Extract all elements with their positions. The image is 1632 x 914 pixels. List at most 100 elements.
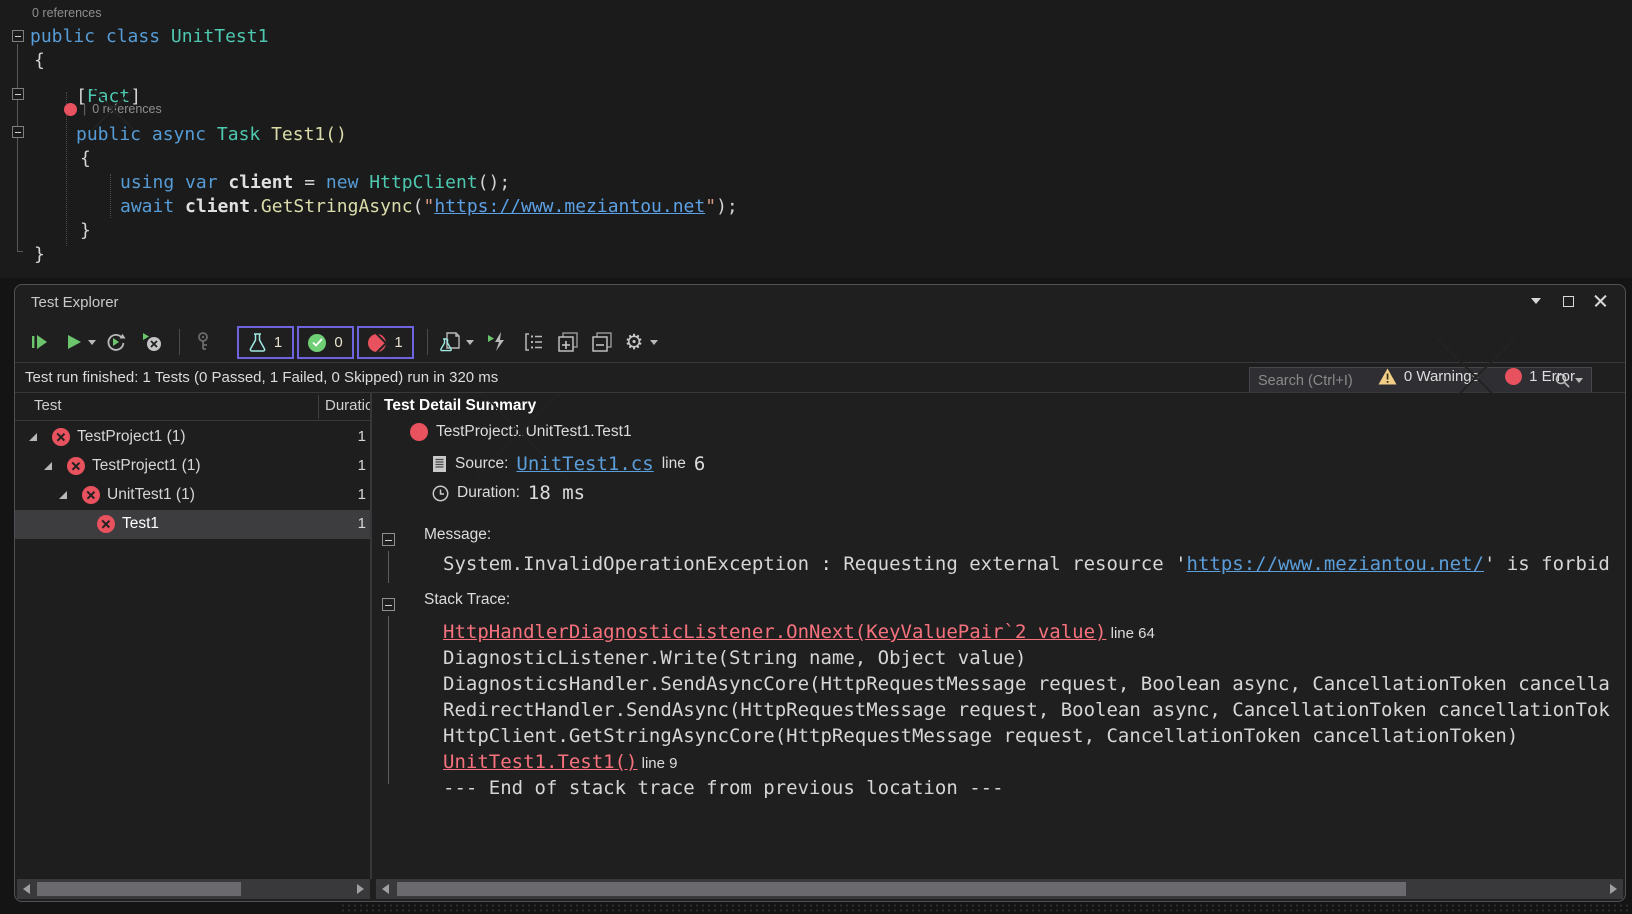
expander-icon[interactable] xyxy=(43,461,53,471)
stack-frame: HttpClient.GetStringAsyncCore(HttpReques… xyxy=(443,723,1518,749)
stack-frame-text: HttpClient.GetStringAsyncCore(HttpReques… xyxy=(443,725,1518,747)
test-playlist-button[interactable] xyxy=(437,329,463,355)
test-run-status-bar: Test run finished: 1 Tests (0 Passed, 1 … xyxy=(15,363,1625,393)
codelens-divider: | xyxy=(83,102,86,116)
tree-header[interactable]: Test Duration xyxy=(15,393,370,421)
chevron-down-icon xyxy=(650,340,658,345)
failed-tests-toggle[interactable]: 1 xyxy=(357,326,414,359)
message-collapse-toggle[interactable] xyxy=(382,533,395,546)
detail-hscrollbar[interactable] xyxy=(376,879,1623,899)
collapse-all-button[interactable] xyxy=(589,329,615,355)
cancel-run-button[interactable] xyxy=(139,329,165,355)
duration-value: 18 ms xyxy=(528,482,585,504)
punctuation-token: (); xyxy=(478,172,511,193)
window-position-button[interactable] xyxy=(1525,291,1547,311)
tree-item-label[interactable]: TestProject1 (1) xyxy=(92,457,201,475)
column-separator[interactable] xyxy=(318,395,319,419)
punctuation-token: ( xyxy=(413,196,424,217)
source-line-number: 6 xyxy=(694,453,705,475)
punctuation-token: . xyxy=(250,196,261,217)
tree-row-unittest1[interactable]: UnitTest1 (1) 1 xyxy=(15,481,370,510)
fold-collapse-box[interactable] xyxy=(12,126,24,138)
message-text: System.InvalidOperationException : Reque… xyxy=(443,551,1610,577)
brace-token: } xyxy=(34,244,45,265)
codelens-class[interactable]: 0 references xyxy=(32,6,101,20)
tree-row-testproject1[interactable]: TestProject1 (1) 1 xyxy=(15,423,370,452)
fold-collapse-box[interactable] xyxy=(12,88,24,100)
scroll-right-arrow[interactable] xyxy=(357,884,364,894)
stack-line-ref: line 9 xyxy=(637,755,677,772)
brace-token: { xyxy=(80,148,91,169)
brace-token: { xyxy=(34,50,45,71)
tree-item-label[interactable]: TestProject1 (1) xyxy=(77,428,186,446)
chevron-down-icon xyxy=(466,340,474,345)
total-tests-count: 1 xyxy=(274,334,282,351)
tree-item-label[interactable]: UnitTest1 (1) xyxy=(107,486,195,504)
run-all-tests-button[interactable] xyxy=(27,329,53,355)
maximize-button[interactable] xyxy=(1557,291,1579,311)
expander-icon[interactable] xyxy=(28,432,38,442)
stack-frame-link[interactable]: UnitTest1.Test1() xyxy=(443,751,637,773)
run-dropdown-button[interactable] xyxy=(85,329,99,355)
detail-duration-row: Duration: 18 ms xyxy=(432,482,585,504)
tree-row-testproject1-child[interactable]: TestProject1 (1) 1 xyxy=(15,452,370,481)
column-header-duration[interactable]: Duration xyxy=(325,397,370,414)
errors-toggle[interactable]: 1 Error xyxy=(1505,368,1575,385)
settings-dropdown-button[interactable] xyxy=(647,329,661,355)
test-explorer-panes: Test Duration TestProject1 (1) 1 TestPro… xyxy=(15,393,1625,879)
expander-icon[interactable] xyxy=(58,490,68,500)
title-bar[interactable]: Test Explorer xyxy=(15,285,1625,321)
expand-all-icon xyxy=(558,332,579,353)
code-line: public class UnitTest1 xyxy=(30,26,268,48)
scroll-right-arrow[interactable] xyxy=(1610,884,1617,894)
playlist-dropdown-button[interactable] xyxy=(463,329,477,355)
warnings-toggle[interactable]: 0 Warnings xyxy=(1378,368,1479,385)
desktop-texture xyxy=(340,903,1632,914)
expand-all-button[interactable] xyxy=(555,329,581,355)
code-line: using var client = new HttpClient(); xyxy=(120,172,510,194)
tree-row-test1-selected[interactable]: Test1 1 xyxy=(15,510,370,539)
debug-tests-button[interactable] xyxy=(485,329,511,355)
operator-token: = xyxy=(293,172,326,193)
codelens-references-label[interactable]: 0 references xyxy=(32,6,101,20)
clock-icon xyxy=(432,485,449,502)
stack-frame: UnitTest1.Test1() line 9 xyxy=(443,749,678,777)
stacktrace-collapse-toggle[interactable] xyxy=(382,598,395,611)
stack-frame: DiagnosticListener.Write(String name, Ob… xyxy=(443,645,1026,671)
fold-gutter-line xyxy=(17,44,18,252)
fold-gutter-tick xyxy=(17,251,23,252)
code-line: await client.GetStringAsync("https://www… xyxy=(120,196,738,218)
stack-frame-link[interactable]: HttpHandlerDiagnosticListener.OnNext(Key… xyxy=(443,621,1106,643)
detail-test-name: TestProject1.UnitTest1.Test1 xyxy=(436,423,632,441)
source-file-link[interactable]: UnitTest1.cs xyxy=(516,453,653,475)
filter-button[interactable] xyxy=(191,329,217,355)
scroll-left-arrow[interactable] xyxy=(23,884,30,894)
debug-lightning-icon xyxy=(487,332,509,352)
scrollbar-thumb[interactable] xyxy=(397,882,1406,896)
fold-collapse-box[interactable] xyxy=(12,30,24,42)
run-tests-button[interactable] xyxy=(61,329,87,355)
column-header-test[interactable]: Test xyxy=(34,397,62,414)
type-token: HttpClient xyxy=(369,172,477,193)
total-tests-toggle[interactable]: 1 xyxy=(237,326,294,359)
stack-frame-text: --- End of stack trace from previous loc… xyxy=(443,777,1004,799)
settings-button[interactable]: ⚙ xyxy=(621,329,647,355)
passed-tests-toggle[interactable]: 0 xyxy=(297,326,354,359)
scrollbar-thumb[interactable] xyxy=(37,882,241,896)
stack-frame-text: RedirectHandler.SendAsync(HttpRequestMes… xyxy=(443,699,1610,721)
url-link[interactable]: https://www.meziantou.net xyxy=(434,196,705,217)
test-playlist-icon xyxy=(439,331,461,353)
group-by-button[interactable] xyxy=(521,329,547,355)
close-button[interactable] xyxy=(1589,291,1611,311)
codelens-references-label[interactable]: 0 references xyxy=(92,102,161,116)
detail-title: Test Detail Summary xyxy=(384,397,536,415)
codelens-method[interactable]: | 0 references xyxy=(64,102,162,116)
message-connector-line xyxy=(388,551,389,583)
tree-item-label[interactable]: Test1 xyxy=(122,515,159,533)
tree-hscrollbar[interactable] xyxy=(17,879,370,899)
message-url-link[interactable]: https://www.meziantou.net/ xyxy=(1187,553,1484,575)
repeat-last-run-button[interactable] xyxy=(103,329,129,355)
scroll-left-arrow[interactable] xyxy=(382,884,389,894)
tree-item-duration: 1 xyxy=(358,515,366,532)
code-editor[interactable]: 0 references public class UnitTest1 { [F… xyxy=(0,0,1632,278)
